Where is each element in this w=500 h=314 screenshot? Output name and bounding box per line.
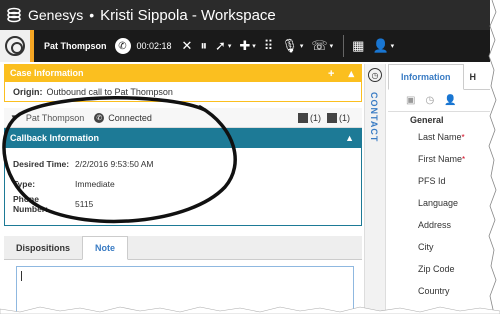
general-section-title: General [410, 115, 444, 125]
field-label: City [418, 242, 434, 252]
genesys-logo-icon [7, 7, 21, 23]
field-first-name: First Name * [388, 148, 490, 170]
phone-icon: ✆ [114, 38, 131, 54]
field-last-name: Last Name * [388, 126, 490, 148]
text-cursor [21, 271, 22, 281]
callback-row: Desired Time: 2/2/2016 9:53:50 AM [13, 154, 353, 174]
chevron-down-icon[interactable]: ▼ [10, 113, 18, 122]
interaction-tabs: Dispositions Note [4, 236, 362, 260]
dialpad-button[interactable]: ⠿ [264, 38, 274, 54]
collapse-icon[interactable]: ▴ [348, 68, 354, 80]
toolbar-divider [343, 35, 345, 57]
note-icon[interactable] [327, 112, 337, 123]
callback-information-title: Callback Information [10, 133, 100, 143]
contact-tabs: Information H [388, 64, 490, 90]
call-bar: Pat Thompson ✆ 00:02:18 ✕ ⏸ ➚ ▾ ✚ ▾ ⠿ 🎙 ▾ ☏… [30, 30, 490, 62]
case-information-header: Case Information + ▴ [4, 64, 362, 82]
conference-button[interactable]: ✚ ▾ [239, 38, 255, 54]
microphone-button[interactable]: 🎙 ▾ [281, 38, 303, 54]
field-language: Language [388, 192, 490, 214]
contact-tools: ▣ ◷ 👤 [388, 90, 490, 112]
callback-value: 5115 [75, 199, 94, 209]
end-call-button[interactable]: ✕ [182, 38, 193, 54]
origin-label: Origin: [13, 86, 43, 97]
case-data-count: (1) [310, 112, 321, 123]
callback-row: Type: Immediate [13, 174, 353, 194]
origin-row: Origin: Outbound call to Pat Thompson [4, 82, 362, 102]
party-name[interactable]: Pat Thompson [26, 113, 84, 123]
torn-edge-bottom [0, 306, 500, 314]
field-address: Address [388, 214, 490, 236]
party-status: Connected [108, 112, 152, 123]
field-label: Zip Code [418, 264, 455, 274]
field-label: Country [418, 286, 450, 296]
chevron-up-icon[interactable]: ▲ [345, 133, 354, 143]
contact-strip-label[interactable]: CONTACT [369, 92, 379, 142]
field-zip-code: Zip Code [388, 258, 490, 280]
save-icon[interactable]: ▣ [406, 95, 415, 106]
title-separator: • [89, 7, 95, 23]
brand-name: Genesys [28, 7, 84, 23]
callback-value: 2/2/2016 9:53:50 AM [75, 159, 154, 169]
callback-label: Phone Number: [13, 194, 48, 214]
contact-pane: Information H ▣ ◷ 👤 General Last Name * F… [388, 64, 490, 314]
window-title: Kristi Sippola - Workspace [100, 6, 276, 24]
field-label: First Name [418, 154, 463, 164]
contact-side-strip[interactable]: ◷ CONTACT [364, 64, 386, 314]
phone-status-icon: ✆ [94, 112, 105, 123]
field-label: Last Name [418, 132, 462, 142]
call-timer: 00:02:18 [136, 41, 172, 51]
callback-label: Desired Time: [13, 159, 70, 169]
callback-row: Phone Number: 5115 [13, 194, 353, 214]
required-marker: * [461, 132, 465, 142]
title-bar: Genesys • Kristi Sippola - Workspace [0, 0, 490, 30]
callback-information-body: Desired Time: 2/2/2016 9:53:50 AM Type: … [4, 148, 362, 226]
clock-icon[interactable]: ◷ [368, 68, 382, 82]
interaction-pane: Case Information + ▴ Origin: Outbound cal… [4, 64, 362, 314]
main-menu-button[interactable] [0, 30, 30, 62]
party-row: ▼ Pat Thompson ✆ Connected (1) (1) [4, 108, 362, 128]
contact-name[interactable]: Pat Thompson [44, 41, 107, 51]
torn-edge-right [488, 0, 500, 314]
field-pfs-id: PFS Id [388, 170, 490, 192]
tab-note[interactable]: Note [82, 236, 129, 260]
tab-information[interactable]: Information [388, 64, 464, 90]
add-contact-button[interactable]: 👤 ▾ [372, 38, 394, 54]
tab-dispositions[interactable]: Dispositions [4, 236, 82, 259]
hold-button[interactable]: ⏸ [200, 38, 207, 54]
interaction-toolbar: Pat Thompson ✆ 00:02:18 ✕ ⏸ ➚ ▾ ✚ ▾ ⠿ 🎙 ▾ ☏… [0, 30, 490, 62]
case-data-icon[interactable] [298, 112, 308, 123]
tab-history[interactable]: H [464, 64, 483, 89]
required-marker: * [462, 154, 466, 164]
history-icon[interactable]: ◷ [425, 95, 434, 106]
origin-value: Outbound call to Pat Thompson [46, 86, 173, 97]
note-count: (1) [339, 112, 350, 123]
gear-icon [5, 36, 25, 56]
assign-contact-icon[interactable]: 👤 [444, 95, 456, 106]
add-icon[interactable]: + [328, 68, 334, 80]
field-city: City [388, 236, 490, 258]
field-country: Country [388, 280, 490, 302]
schedule-callback-button[interactable]: ▦ [352, 38, 364, 54]
case-information-title: Case Information [10, 68, 84, 78]
callback-value: Immediate [75, 179, 115, 189]
transfer-button[interactable]: ➚ ▾ [215, 38, 231, 54]
callback-label: Type: [13, 179, 36, 189]
field-label: Language [418, 198, 459, 208]
callback-information-header: Callback Information ▲ [4, 128, 362, 148]
field-label: Address [418, 220, 452, 230]
consult-button[interactable]: ☏ ▾ [311, 38, 333, 54]
field-label: PFS Id [418, 176, 446, 186]
